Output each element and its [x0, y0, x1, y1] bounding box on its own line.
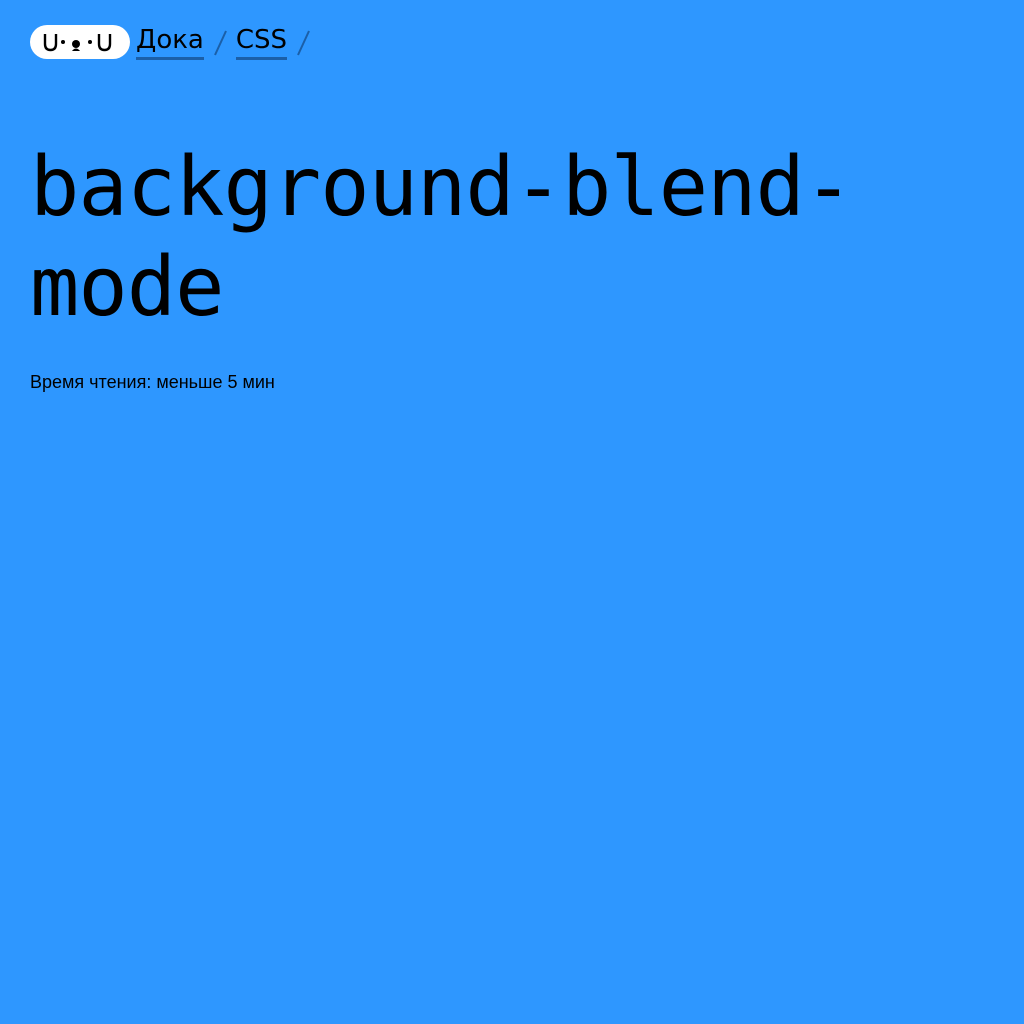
home-logo-link[interactable] [30, 25, 130, 59]
slash-separator-icon [295, 27, 311, 57]
slash-separator-icon [212, 27, 228, 57]
reading-time: Время чтения: меньше 5 мин [30, 372, 275, 392]
breadcrumb: Дока CSS [30, 22, 319, 62]
page-title: background-blend-mode [30, 140, 853, 335]
doka-face-logo-icon [43, 34, 112, 52]
breadcrumb-link-doka[interactable]: Дока [136, 25, 204, 60]
breadcrumb-link-css[interactable]: CSS [235, 25, 288, 60]
